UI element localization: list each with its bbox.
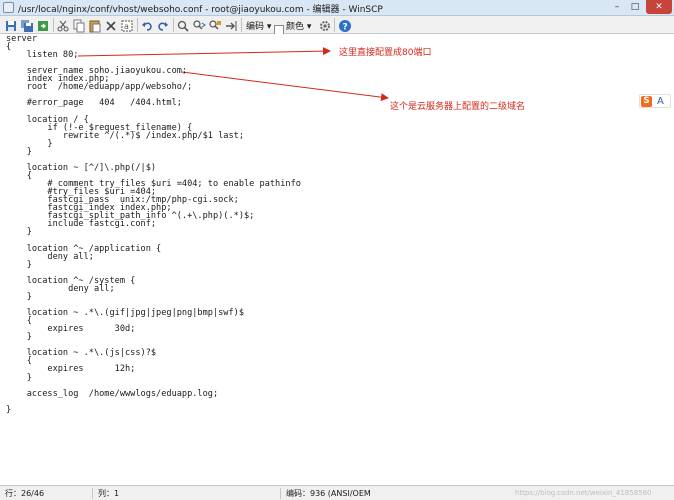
code-line: #error_page 404 /404.html;: [6, 98, 182, 109]
ime-logo-icon: S: [641, 96, 652, 107]
code-line: }: [6, 146, 32, 157]
save-icon[interactable]: [4, 18, 18, 32]
help-icon[interactable]: ?: [338, 18, 352, 33]
redo-icon[interactable]: [156, 18, 170, 32]
svg-text:?: ?: [343, 23, 348, 33]
encoding-dropdown[interactable]: 编码 ▾: [246, 19, 271, 32]
port-arrow: [77, 47, 331, 57]
goto-line-icon[interactable]: [224, 18, 238, 32]
find-next-icon[interactable]: [192, 18, 206, 32]
code-line: }: [6, 291, 32, 302]
status-column: 列：1: [98, 489, 120, 498]
close-button[interactable]: ✕: [646, 0, 672, 14]
copy-icon[interactable]: [72, 18, 86, 33]
select-all-icon[interactable]: a: [120, 18, 134, 32]
title-bar: /usr/local/nginx/conf/vhost/websoho.conf…: [0, 0, 674, 16]
domain-annotation: 这个是云服务器上配置的二级域名: [390, 102, 526, 112]
editor-toolbar: a 编码 ▾ 颜色 ▾ ?: [0, 16, 674, 35]
winscp-app-icon: [3, 2, 14, 13]
gear-icon[interactable]: [318, 18, 332, 32]
cut-icon[interactable]: [56, 18, 70, 32]
find-icon[interactable]: [176, 18, 190, 32]
undo-icon[interactable]: [140, 18, 154, 32]
domain-arrow: [181, 71, 389, 102]
color-dropdown[interactable]: 颜色 ▾: [286, 19, 311, 32]
code-line: }: [6, 404, 12, 415]
paste-icon[interactable]: [88, 18, 102, 33]
status-line: 行：26/46: [5, 489, 45, 498]
maximize-button[interactable]: □: [627, 0, 643, 14]
code-line: location ~ .*\.(gif|jpg|jpeg|png|bmp|swf…: [6, 308, 244, 319]
code-editor[interactable]: 这里直接配置成80端口 这个是云服务器上配置的二级域名 S A server{ …: [0, 34, 674, 485]
refresh-icon[interactable]: [36, 18, 50, 32]
status-encoding: 编码：936 (ANSI/OEM: [286, 489, 371, 498]
replace-icon[interactable]: [208, 18, 222, 32]
code-line: }: [6, 372, 32, 383]
ime-badge[interactable]: S A: [639, 94, 671, 108]
code-line: }: [6, 332, 32, 343]
delete-icon[interactable]: [104, 18, 118, 32]
minimize-button[interactable]: –: [609, 0, 625, 14]
code-line: root /home/eduapp/app/websoho/;: [6, 82, 193, 93]
save-all-icon[interactable]: [20, 18, 34, 32]
status-bar: 行：26/46 列：1 编码：936 (ANSI/OEM https://blo…: [0, 485, 674, 500]
svg-text:a: a: [124, 22, 129, 31]
ime-mode-label: A: [657, 96, 664, 107]
window-title: /usr/local/nginx/conf/vhost/websoho.conf…: [18, 5, 383, 15]
code-line: access_log /home/wwwlogs/eduapp.log;: [6, 388, 219, 399]
port-annotation: 这里直接配置成80端口: [339, 48, 432, 58]
watermark: https://blog.csdn.net/weixin_41858560: [515, 489, 652, 497]
code-line: }: [6, 227, 32, 238]
code-line: listen 80;: [6, 50, 79, 61]
color-checkbox[interactable]: [274, 20, 284, 35]
code-line: }: [6, 259, 32, 270]
